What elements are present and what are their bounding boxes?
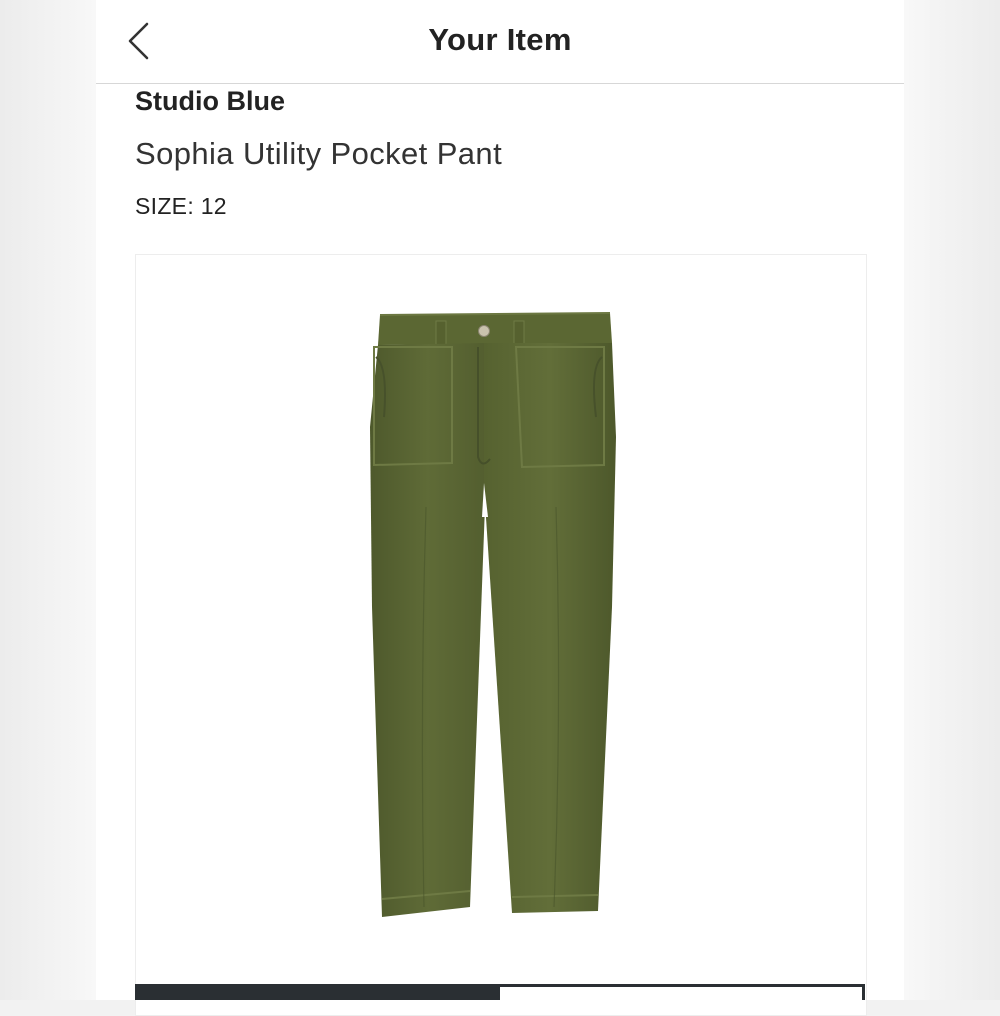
page-title: Your Item — [428, 22, 572, 57]
pants-image — [370, 312, 616, 917]
brand-name: Studio Blue — [135, 86, 285, 116]
item-detail-screen: Your Item Studio Blue Sophia Utility Poc… — [96, 0, 904, 1016]
product-image-card[interactable] — [135, 254, 867, 1016]
product-name: Sophia Utility Pocket Pant — [135, 136, 503, 171]
bottom-tab-bar — [135, 984, 865, 1000]
backdrop-right — [904, 0, 1000, 1000]
size-label: SIZE: 12 — [135, 193, 227, 219]
backdrop-left — [0, 0, 96, 1000]
tab-secondary[interactable] — [500, 984, 865, 1000]
navigation-bar: Your Item — [96, 0, 904, 84]
tab-primary[interactable] — [135, 984, 500, 1000]
